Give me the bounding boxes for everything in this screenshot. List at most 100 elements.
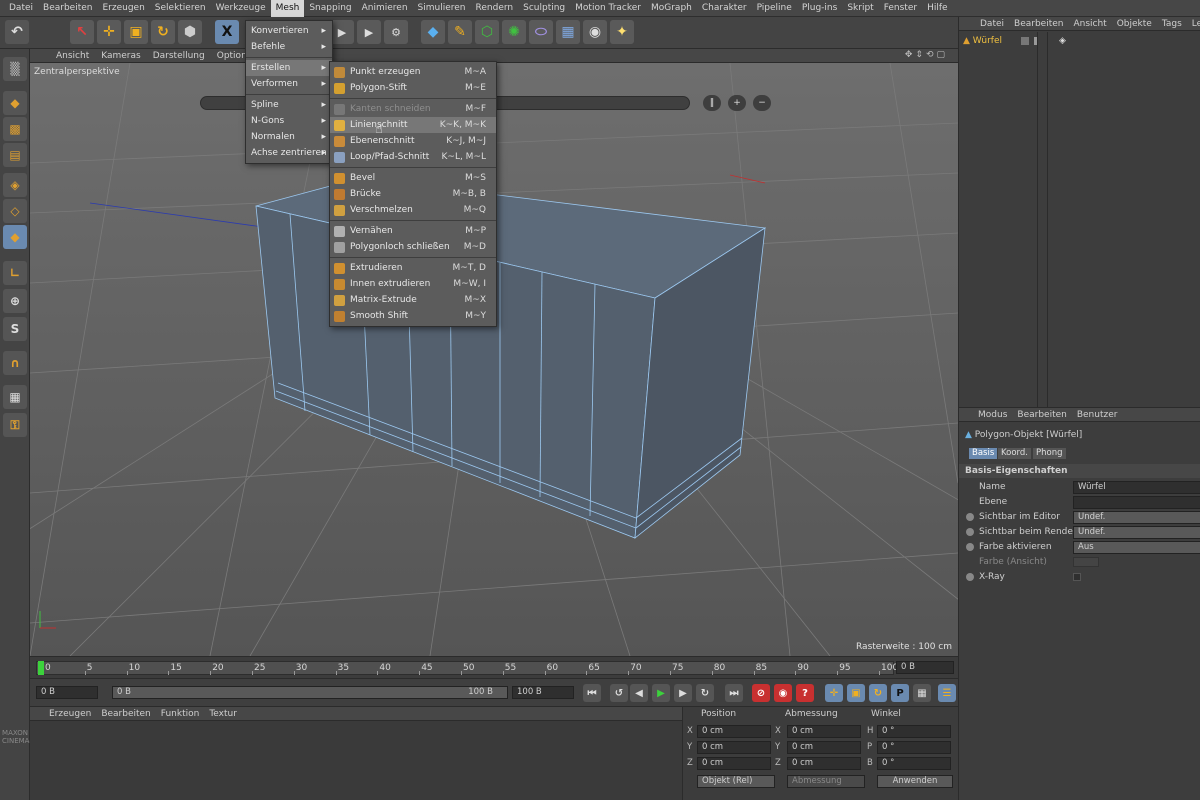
menu-sculpting[interactable]: Sculpting — [518, 0, 570, 17]
menu-werkzeuge[interactable]: Werkzeuge — [211, 0, 271, 17]
mesh-menu-verformen[interactable]: Verformen ▸ — [246, 76, 332, 92]
undo-icon[interactable]: ↶ — [5, 20, 29, 44]
x-axis-icon[interactable]: X — [215, 20, 239, 44]
points-mode-icon[interactable]: ◈ — [3, 173, 27, 197]
submenu-punkt-erzeugen[interactable]: Punkt erzeugen M~A — [330, 64, 496, 80]
submenu-linienschnitt[interactable]: Linienschnitt K~K, M~K — [330, 117, 496, 133]
render-picture-viewer-icon[interactable]: ▶ — [357, 20, 381, 44]
end-frame-field[interactable]: 100 B — [512, 686, 574, 699]
menu-motion-tracker[interactable]: Motion Tracker — [570, 0, 646, 17]
phong-tag-icon[interactable]: ◈ — [1059, 36, 1069, 46]
menu-snapping[interactable]: Snapping — [304, 0, 356, 17]
key-scale-icon[interactable]: ▣ — [847, 684, 865, 702]
menu-charakter[interactable]: Charakter — [697, 0, 752, 17]
key-rotation-icon[interactable]: ↻ — [869, 684, 887, 702]
rotate-icon[interactable]: ↻ — [151, 20, 175, 44]
menu-plug-ins[interactable]: Plug-ins — [797, 0, 843, 17]
coord-field[interactable]: 0 cm — [697, 757, 771, 770]
key-pla-icon[interactable]: ▦ — [913, 684, 931, 702]
prop-value-sichtbar-beim-rendern[interactable]: Undef. — [1073, 526, 1200, 539]
submenu-ebenenschnitt[interactable]: Ebenenschnitt K~J, M~J — [330, 133, 496, 149]
live-selection-icon[interactable]: ↖ — [70, 20, 94, 44]
object-menu-objekte[interactable]: Objekte — [1112, 19, 1157, 29]
material-menu-funktion[interactable]: Funktion — [156, 709, 205, 719]
menu-mograph[interactable]: MoGraph — [646, 0, 697, 17]
coord-field[interactable]: 0 cm — [787, 741, 861, 754]
play-icon[interactable]: ▶ — [652, 684, 670, 702]
keyframe-selection-icon[interactable]: ? — [796, 684, 814, 702]
edges-mode-icon[interactable]: ◇ — [3, 199, 27, 223]
subdivision-icon[interactable]: ⬡ — [475, 20, 499, 44]
workplane-lock-icon[interactable]: ▦ — [3, 385, 27, 409]
render-view-icon[interactable]: ▶ — [330, 20, 354, 44]
submenu-loop-pfad-schnitt[interactable]: Loop/Pfad-Schnitt K~L, M~L — [330, 149, 496, 165]
light-icon[interactable]: ✦ — [610, 20, 634, 44]
model-icon[interactable]: ◆ — [3, 91, 27, 115]
menu-bearbeiten[interactable]: Bearbeiten — [38, 0, 97, 17]
menu-datei[interactable]: Datei — [4, 0, 38, 17]
material-menu-bearbeiten[interactable]: Bearbeiten — [96, 709, 155, 719]
menu-selektieren[interactable]: Selektieren — [150, 0, 211, 17]
tab-koord[interactable]: Koord. — [998, 448, 1031, 459]
color-swatch[interactable] — [1073, 557, 1099, 567]
layer-icon[interactable] — [1021, 37, 1029, 45]
camera-icon[interactable]: ◉ — [583, 20, 607, 44]
tab-basis[interactable]: Basis — [969, 448, 998, 459]
render-settings-icon[interactable]: ⚙ — [384, 20, 408, 44]
size-mode-dropdown[interactable]: Abmessung — [787, 775, 865, 788]
floor-icon[interactable]: ▦ — [556, 20, 580, 44]
attribute-menu-benutzer[interactable]: Benutzer — [1072, 410, 1123, 420]
coord-field[interactable]: 0 ° — [877, 757, 951, 770]
xray-checkbox[interactable] — [1073, 573, 1081, 581]
mesh-menu-achse-zentrieren[interactable]: Achse zentrieren ▸ — [246, 145, 332, 161]
viewport-menu-kameras[interactable]: Kameras — [95, 51, 146, 61]
mesh-menu-konvertieren[interactable]: Konvertieren ▸ — [246, 23, 332, 39]
tab-phong[interactable]: Phong — [1033, 448, 1066, 459]
submenu-verschmelzen[interactable]: Verschmelzen M~Q — [330, 202, 496, 218]
submenu-kanten-schneiden[interactable]: Kanten schneiden M~F — [330, 101, 496, 117]
next-frame-icon[interactable]: ▶ — [674, 684, 692, 702]
cloner-icon[interactable]: ✺ — [502, 20, 526, 44]
cube-icon[interactable]: ◆ — [421, 20, 445, 44]
material-menu-textur[interactable]: Textur — [204, 709, 242, 719]
submenu-polygon-stift[interactable]: Polygon-Stift M~E — [330, 80, 496, 96]
coord-field[interactable]: 0 ° — [877, 741, 951, 754]
minus-icon[interactable]: − — [753, 95, 771, 111]
autokey-icon[interactable]: ◉ — [774, 684, 792, 702]
coord-field[interactable]: 0 cm — [787, 757, 861, 770]
tweak-icon[interactable]: ⊕ — [3, 289, 27, 313]
menu-pipeline[interactable]: Pipeline — [752, 0, 797, 17]
animation-dot-icon[interactable] — [966, 543, 974, 551]
object-menu-bearbeiten[interactable]: Bearbeiten — [1009, 19, 1068, 29]
animation-dot-icon[interactable] — [966, 573, 974, 581]
polygons-mode-icon[interactable]: ◆ — [3, 225, 27, 249]
object-menu-tags[interactable]: Tags — [1157, 19, 1187, 29]
mesh-menu-n-gons[interactable]: N-Gons ▸ — [246, 113, 332, 129]
pen-icon[interactable]: ✎ — [448, 20, 472, 44]
prev-frame-icon[interactable]: ◀ — [630, 684, 648, 702]
make-editable-icon[interactable]: ▒ — [3, 57, 27, 81]
coord-field[interactable]: 0 cm — [787, 725, 861, 738]
lock-icon[interactable]: ⚿ — [3, 413, 27, 437]
viewport-menu-ansicht[interactable]: Ansicht — [50, 51, 95, 61]
menu-erzeugen[interactable]: Erzeugen — [97, 0, 149, 17]
menu-simulieren[interactable]: Simulieren — [413, 0, 471, 17]
timeline[interactable]: 0 5 10 15 20 25 30 35 40 45 50 55 60 65 70 75 80 85 90 95 10… — [30, 656, 958, 678]
material-menu-erzeugen[interactable]: Erzeugen — [44, 709, 96, 719]
submenu-polygonloch-schliessen[interactable]: Polygonloch schließen M~D — [330, 239, 496, 255]
prop-value-ebene[interactable] — [1073, 496, 1200, 509]
workplane-icon[interactable]: ▤ — [3, 143, 27, 167]
viewport-nav-icons[interactable]: ✥⇕⟲▢ — [905, 50, 948, 60]
animation-dot-icon[interactable] — [966, 513, 974, 521]
coord-field[interactable]: 0 ° — [877, 725, 951, 738]
current-frame-field[interactable]: 0 B — [896, 661, 954, 674]
attribute-menu-bearbeiten[interactable]: Bearbeiten — [1012, 410, 1071, 420]
object-row-wuerfel[interactable]: ▲ Würfel — [963, 34, 1043, 48]
goto-end-icon[interactable]: ⏭ — [725, 684, 743, 702]
viewport-menu-darstellung[interactable]: Darstellung — [147, 51, 211, 61]
mesh-menu-normalen[interactable]: Normalen ▸ — [246, 129, 332, 145]
menu-mesh[interactable]: Mesh — [270, 0, 305, 17]
animation-dot-icon[interactable] — [966, 528, 974, 536]
submenu-matrix-extrude[interactable]: Matrix-Extrude M~X — [330, 292, 496, 308]
coord-field[interactable]: 0 cm — [697, 741, 771, 754]
